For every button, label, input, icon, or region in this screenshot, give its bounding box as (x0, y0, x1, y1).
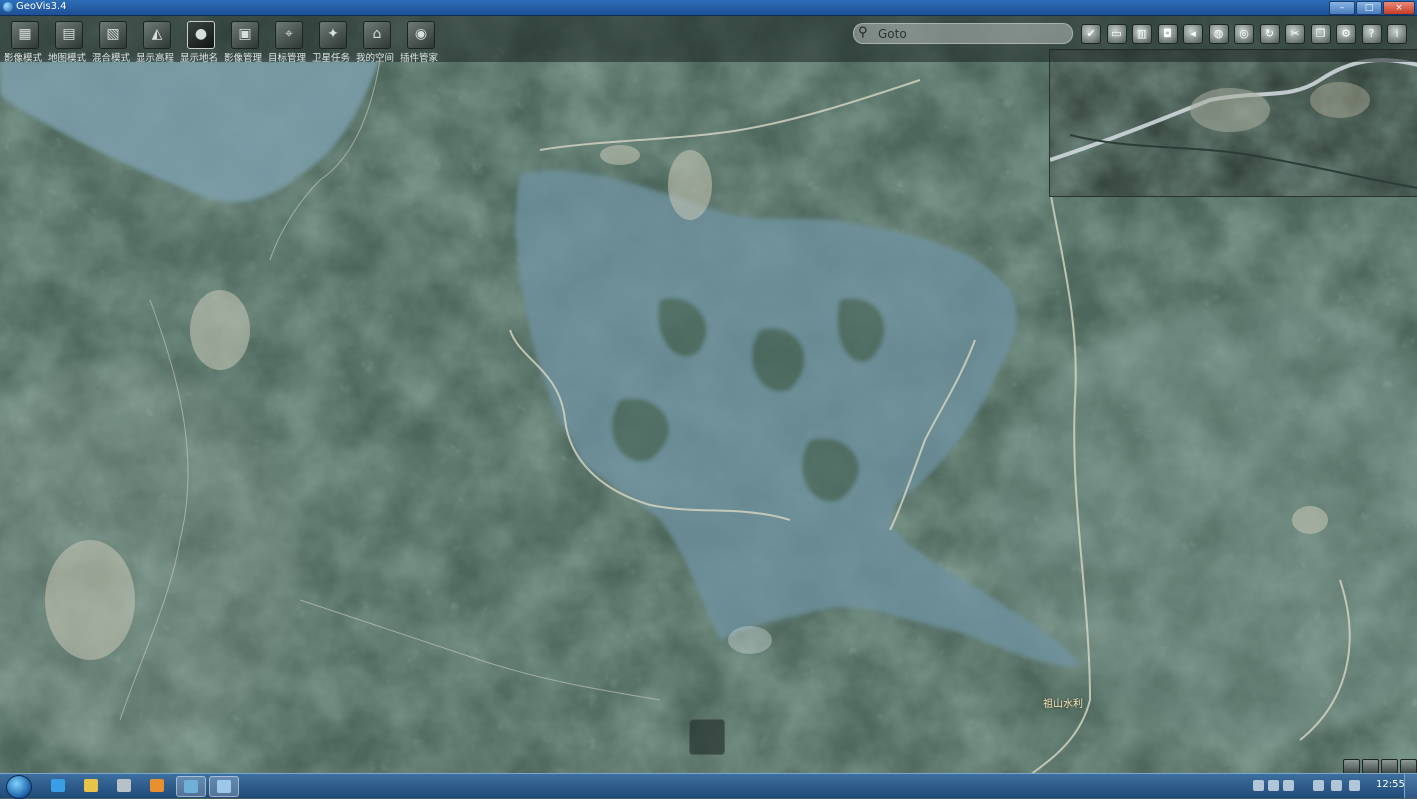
hybrid-mode-icon: ▧ (99, 21, 127, 49)
window-controls: – □ × (1329, 1, 1415, 15)
fullscreen-icon[interactable] (1400, 759, 1417, 774)
screen-icon[interactable]: ▭ (1106, 24, 1127, 44)
tool-hybrid-mode[interactable]: ▧ 混合模式 (89, 18, 133, 64)
settings-icon[interactable]: ⚙ (1336, 24, 1356, 44)
elevation-icon: ◭ (143, 21, 171, 49)
search-icon: ⚲ (858, 25, 868, 40)
refresh-icon[interactable]: ↻ (1259, 24, 1280, 44)
map-mode-icon: ▤ (55, 21, 83, 49)
image-mode-icon: ▦ (11, 21, 39, 49)
target-manager-icon: ⌖ (275, 21, 303, 49)
maximize-button[interactable]: □ (1356, 1, 1382, 15)
info-icon[interactable]: i (1387, 24, 1407, 44)
close-button[interactable]: × (1383, 1, 1415, 15)
tool-place-names[interactable]: ● 显示地名 (177, 18, 221, 64)
taskbar-ie[interactable] (44, 776, 72, 795)
start-button[interactable] (6, 775, 32, 799)
taskbar-app[interactable] (110, 776, 138, 795)
speaker-icon[interactable]: ◂ (1183, 24, 1203, 44)
geovis-icon (184, 780, 198, 793)
tool-image-mode[interactable]: ▦ 影像模式 (1, 18, 45, 64)
taskbar-geovis[interactable] (176, 776, 206, 797)
tool-my-space[interactable]: ⌂ 我的空间 (353, 18, 397, 64)
window-icon[interactable]: ❐ (1310, 24, 1331, 44)
earth-icon[interactable]: ◎ (1234, 24, 1254, 44)
globe-view-icon[interactable] (1343, 759, 1360, 774)
action-center-icon[interactable] (1349, 780, 1360, 791)
help-icon[interactable]: ? (1361, 24, 1382, 44)
app-icon (117, 779, 131, 792)
tray-expand-icon[interactable] (1283, 780, 1294, 791)
tool-elevation[interactable]: ◭ 显示高程 (133, 18, 177, 64)
help-tray-icon[interactable] (1268, 780, 1279, 791)
geovis-app-icon (3, 2, 13, 12)
taskbar-window-app[interactable] (209, 776, 239, 797)
tool-map-mode[interactable]: ▤ 地图模式 (45, 18, 89, 64)
map-view-icon[interactable] (1362, 759, 1379, 774)
navigation-widget[interactable] (689, 719, 725, 755)
folder-icon (84, 779, 98, 792)
plugin-manager-icon: ◉ (407, 21, 435, 49)
keyboard-tray-icon[interactable] (1253, 780, 1264, 791)
windows-taskbar: 12:55 (0, 773, 1417, 799)
layers-icon[interactable]: ▥ (1132, 24, 1152, 44)
network-icon[interactable] (1331, 780, 1342, 791)
tool-label: 插件管家 (399, 53, 438, 64)
window-app-icon (217, 780, 231, 793)
tools-icon[interactable]: ✂ (1285, 24, 1305, 44)
goto-search-input[interactable] (876, 25, 1065, 43)
media-icon (150, 779, 164, 792)
my-space-icon: ⌂ (363, 21, 391, 49)
ie-icon (51, 779, 65, 792)
camera-icon[interactable]: ◘ (1157, 24, 1178, 44)
image-manager-icon: ▣ (231, 21, 259, 49)
overview-map[interactable] (1049, 49, 1417, 197)
map-place-label: 祖山水利 (1043, 699, 1083, 710)
tool-satellite-task[interactable]: ✦ 卫星任务 (309, 18, 353, 64)
volume-icon[interactable] (1313, 780, 1324, 791)
check-icon[interactable]: ✔ (1081, 24, 1101, 44)
taskbar-folder[interactable] (77, 776, 105, 795)
main-toolbar: ▦ 影像模式 ▤ 地图模式 ▧ 混合模式 ◭ 显示高程 ● 显示地名 ▣ 影像管理 ⌖ 目标管理 ✦ 卫星任务… (0, 16, 1417, 64)
globe-icon[interactable]: ◍ (1208, 24, 1229, 44)
tool-image-manager[interactable]: ▣ 影像管理 (221, 18, 265, 64)
tool-plugin-manager[interactable]: ◉ 插件管家 (397, 18, 441, 64)
window-title: GeoVis3.4 (16, 1, 67, 12)
satellite-task-icon: ✦ (319, 21, 347, 49)
split-view-icon[interactable] (1381, 759, 1398, 774)
tool-target-manager[interactable]: ⌖ 目标管理 (265, 18, 309, 64)
clock[interactable]: 12:55 (1376, 779, 1405, 790)
taskbar-media[interactable] (143, 776, 171, 795)
title-bar: GeoVis3.4 – □ × (0, 0, 1417, 16)
goto-search-box[interactable]: ⚲ (853, 23, 1073, 44)
place-names-icon: ● (187, 21, 215, 49)
minimize-button[interactable]: – (1329, 1, 1355, 15)
show-desktop-button[interactable] (1404, 774, 1417, 798)
